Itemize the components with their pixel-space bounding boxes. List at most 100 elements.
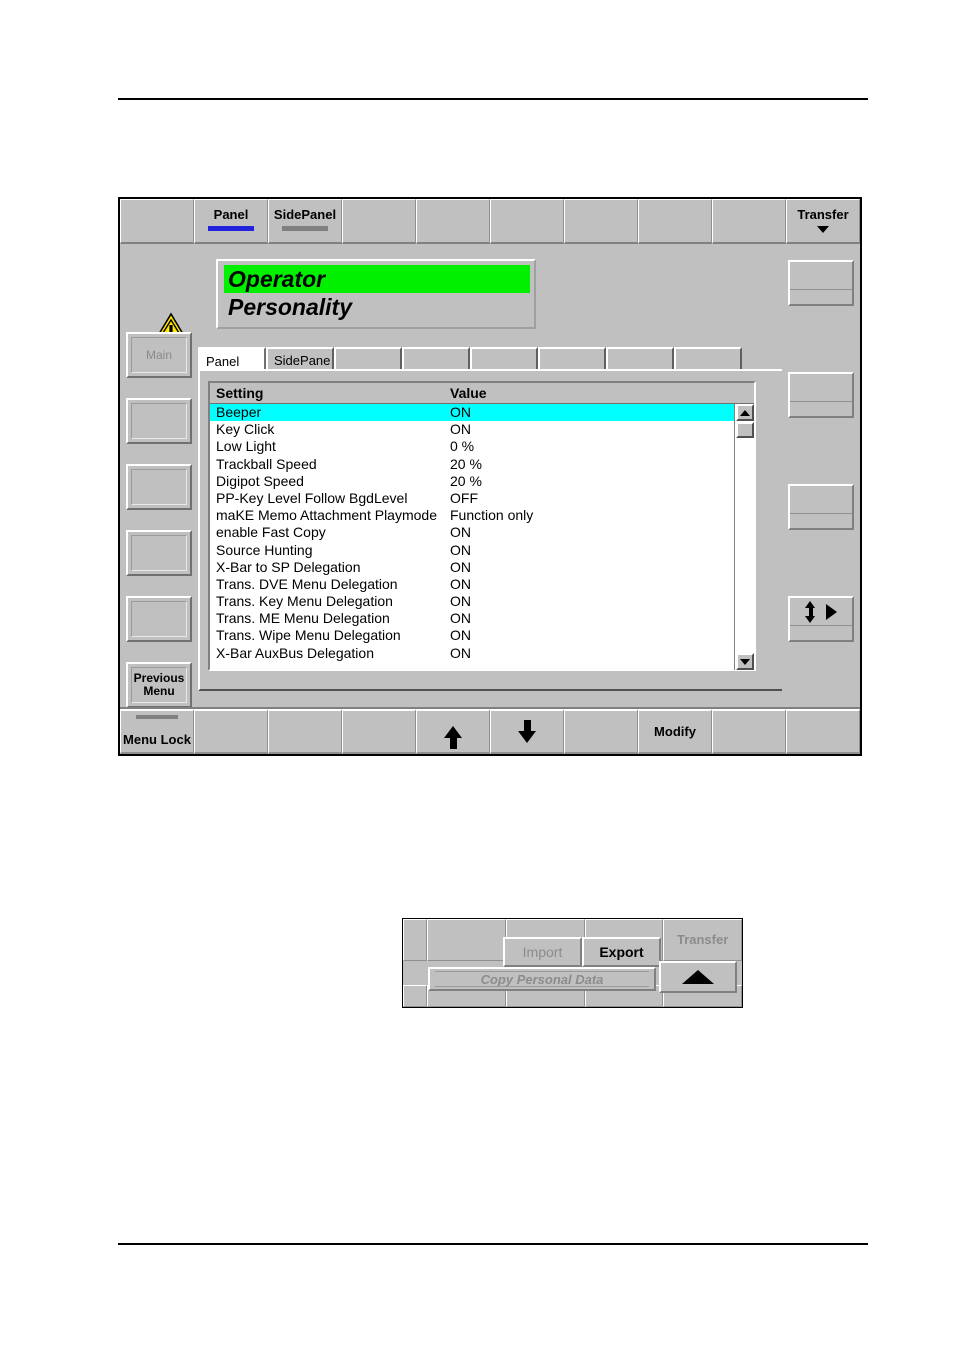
left-softkey-1[interactable] — [126, 398, 192, 444]
right-softkey-2[interactable] — [788, 484, 854, 530]
table-row[interactable]: maKE Memo Attachment Playmode Function o… — [210, 507, 734, 524]
top-softkey-5[interactable] — [490, 199, 564, 244]
table-row[interactable]: Trans. DVE Menu Delegation ON — [210, 576, 734, 593]
tab-sidepanel[interactable]: SidePane — [266, 347, 334, 371]
active-tab-underline — [208, 226, 254, 231]
arrow-right-icon — [826, 603, 837, 620]
table-row[interactable]: PP-Key Level Follow BgdLevel OFF — [210, 490, 734, 507]
table-row[interactable]: Trackball Speed 20 % — [210, 456, 734, 473]
table-row[interactable]: X-Bar AuxBus Delegation ON — [210, 645, 734, 662]
import-button[interactable]: Import — [503, 937, 582, 967]
row-value: 20 % — [450, 472, 482, 489]
left-softkey-previous-menu-label: Previous Menu — [131, 667, 187, 703]
export-button-label: Export — [599, 944, 644, 960]
right-softkey-2-bottom — [790, 514, 852, 527]
tab-4[interactable] — [470, 347, 538, 371]
bottom-softkey-6[interactable] — [564, 709, 638, 754]
tab-7[interactable] — [674, 347, 742, 371]
bottom-softkey-3[interactable] — [342, 709, 416, 754]
table-row[interactable]: Trans. Wipe Menu Delegation ON — [210, 627, 734, 644]
bottom-softkey-1[interactable] — [194, 709, 268, 754]
vertical-scrollbar[interactable] — [734, 404, 754, 670]
popup-bottom-cell-0[interactable] — [403, 985, 427, 1007]
row-value: ON — [450, 421, 471, 438]
row-value: 20 % — [450, 455, 482, 472]
table-row[interactable]: Digipot Speed 20 % — [210, 473, 734, 490]
scrollbar-thumb[interactable] — [736, 422, 754, 438]
left-softkey-4-label — [131, 601, 187, 637]
transfer-collapse-button[interactable] — [659, 961, 737, 993]
top-softkey-0[interactable] — [120, 199, 194, 244]
top-softkey-8[interactable] — [712, 199, 786, 244]
row-setting: X-Bar AuxBus Delegation — [216, 644, 374, 661]
tab-2[interactable] — [334, 347, 402, 371]
left-softkey-2[interactable] — [126, 464, 192, 510]
row-value: ON — [450, 644, 471, 661]
popup-cell-transfer[interactable]: Transfer — [663, 919, 742, 961]
left-softkey-previous-menu[interactable]: Previous Menu — [126, 662, 192, 708]
import-button-label: Import — [522, 944, 563, 960]
top-softkey-6[interactable] — [564, 199, 638, 244]
right-softkey-column — [782, 244, 860, 710]
column-header-setting: Setting — [216, 385, 264, 401]
table-row[interactable]: enable Fast Copy ON — [210, 524, 734, 541]
left-softkey-main-label: Main — [131, 337, 187, 373]
updown-arrow-icon — [805, 600, 816, 623]
scroll-up-arrow-icon[interactable] — [736, 404, 754, 421]
bottom-softkey-scroll-down[interactable] — [490, 709, 564, 754]
row-setting: Trans. DVE Menu Delegation — [216, 575, 398, 592]
table-row[interactable]: Source Hunting ON — [210, 542, 734, 559]
row-value: ON — [450, 593, 471, 610]
bottom-softkey-8[interactable] — [712, 709, 786, 754]
row-value: ON — [450, 524, 471, 541]
right-softkey-0-bottom — [790, 290, 852, 303]
top-softkey-panel[interactable]: Panel — [194, 199, 268, 244]
dialog-tab-strip: Panel SidePane — [198, 347, 791, 373]
right-softkey-1[interactable] — [788, 372, 854, 418]
transfer-popup-figure: Transfer Import Export Copy Personal Dat… — [402, 918, 743, 1008]
tab-6[interactable] — [606, 347, 674, 371]
table-row[interactable]: Low Light 0 % — [210, 438, 734, 455]
right-softkey-0[interactable] — [788, 260, 854, 306]
right-softkey-navigate[interactable] — [788, 596, 854, 642]
bottom-softkey-menu-lock[interactable]: Menu Lock — [120, 709, 194, 754]
table-row[interactable]: Trans. ME Menu Delegation ON — [210, 610, 734, 627]
row-value: ON — [450, 575, 471, 592]
right-softkey-2-top — [790, 486, 852, 514]
right-softkey-0-top — [790, 262, 852, 290]
right-softkey-1-bottom — [790, 402, 852, 415]
bottom-softkey-9[interactable] — [786, 709, 860, 754]
left-softkey-main[interactable]: Main — [126, 332, 192, 378]
table-row[interactable]: Key Click ON — [210, 421, 734, 438]
menu-lock-indicator — [136, 715, 178, 719]
export-button[interactable]: Export — [582, 937, 661, 967]
dialog-body: Setting Value Beeper ON Key Click ON Low… — [198, 369, 791, 691]
left-softkey-4[interactable] — [126, 596, 192, 642]
table-row[interactable]: Trans. Key Menu Delegation ON — [210, 593, 734, 610]
menu-title-primary: Operator — [224, 265, 530, 293]
tab-3[interactable] — [402, 347, 470, 371]
table-row[interactable]: X-Bar to SP Delegation ON — [210, 559, 734, 576]
right-softkey-navigate-bottom — [790, 626, 852, 639]
triangle-up-glyph — [740, 409, 750, 416]
top-softkey-7[interactable] — [638, 199, 712, 244]
popup-cell-0[interactable] — [403, 919, 427, 961]
top-softkey-4[interactable] — [416, 199, 490, 244]
scroll-down-arrow-icon[interactable] — [736, 653, 754, 670]
top-softkey-transfer[interactable]: Transfer — [786, 199, 860, 244]
left-softkey-2-label — [131, 469, 187, 505]
bottom-softkey-2[interactable] — [268, 709, 342, 754]
left-softkey-3[interactable] — [126, 530, 192, 576]
top-softkey-sidepanel[interactable]: SidePanel — [268, 199, 342, 244]
tab-5[interactable] — [538, 347, 606, 371]
row-setting: Key Click — [216, 421, 275, 438]
table-row[interactable]: Beeper ON — [210, 404, 734, 422]
bottom-softkey-modify[interactable]: Modify — [638, 709, 712, 754]
control-panel-screenshot: Panel SidePanel Transfer Main Previous M… — [118, 197, 862, 756]
popup-cell-1[interactable] — [427, 919, 506, 961]
row-value: ON — [450, 541, 471, 558]
copy-personal-data-button[interactable]: Copy Personal Data — [428, 967, 656, 991]
bottom-softkey-scroll-up[interactable] — [416, 709, 490, 754]
row-value: ON — [450, 627, 471, 644]
top-softkey-3[interactable] — [342, 199, 416, 244]
